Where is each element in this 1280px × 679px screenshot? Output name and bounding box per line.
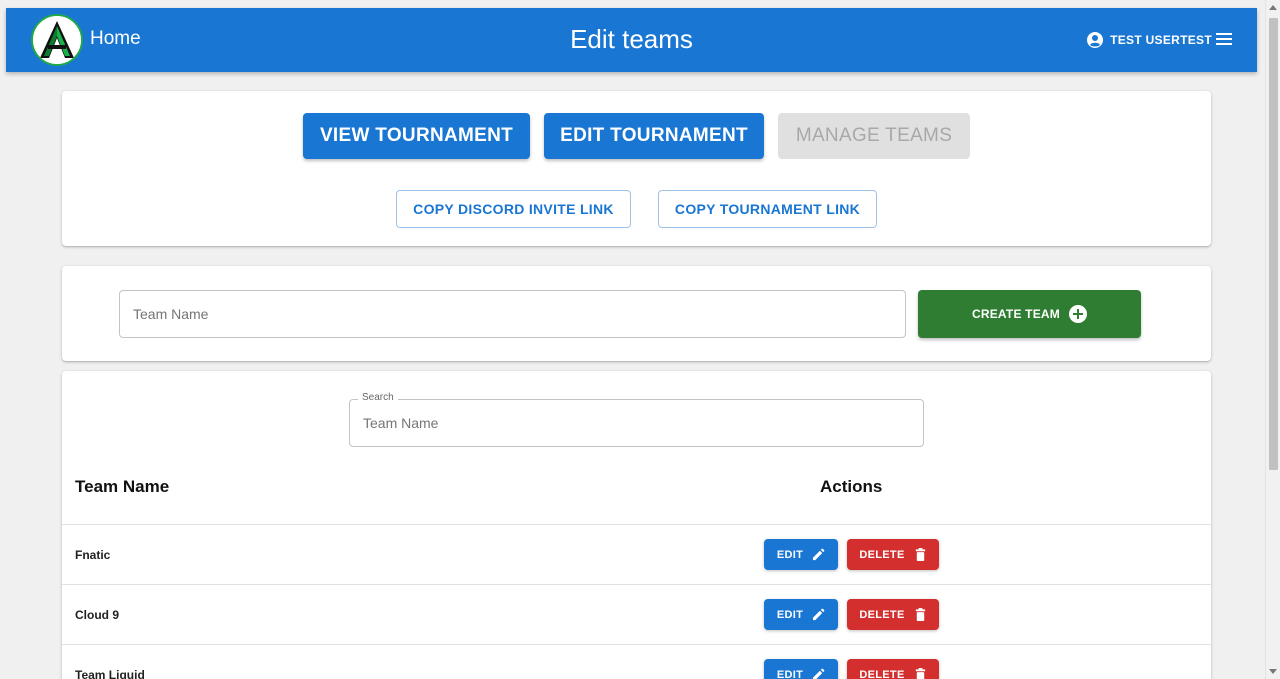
table-row: Fnatic EDIT DELETE [62, 525, 1211, 585]
manage-teams-button: MANAGE TEAMS [778, 113, 970, 159]
edit-team-button[interactable]: EDIT [764, 539, 838, 570]
column-header-team-name: Team Name [75, 477, 170, 496]
account-circle-icon [1087, 32, 1104, 48]
team-name-field [119, 290, 906, 338]
user-name: TEST USERTEST [1110, 33, 1212, 47]
view-tournament-button[interactable]: VIEW TOURNAMENT [303, 113, 530, 159]
trash-icon [915, 668, 925, 679]
table-row: Cloud 9 EDIT DELETE [62, 585, 1211, 645]
create-team-card: CREATE TEAM [62, 266, 1211, 361]
search-legend: Search [358, 392, 398, 403]
edit-label: EDIT [776, 548, 804, 561]
pencil-icon [813, 668, 825, 679]
edit-team-button[interactable]: EDIT [764, 659, 838, 679]
app-bar: Home Edit teams TEST USERTEST [6, 8, 1257, 72]
tournament-actions-card: VIEW TOURNAMENT EDIT TOURNAMENT MANAGE T… [62, 91, 1211, 246]
pencil-icon [813, 608, 825, 621]
create-team-label: CREATE TEAM [972, 307, 1060, 321]
delete-team-button[interactable]: DELETE [847, 659, 939, 679]
edit-label: EDIT [776, 668, 804, 679]
delete-label: DELETE [859, 548, 905, 561]
user-menu[interactable]: TEST USERTEST [1087, 32, 1212, 48]
delete-label: DELETE [859, 608, 905, 621]
search-field: Search [349, 392, 924, 447]
scroll-down-arrow-icon[interactable] [1269, 669, 1277, 674]
hamburger-menu-icon[interactable] [1216, 32, 1232, 46]
pencil-icon [813, 548, 825, 561]
edit-team-button[interactable]: EDIT [764, 599, 838, 630]
team-name: Cloud 9 [75, 608, 119, 622]
scrollbar-thumb[interactable] [1269, 18, 1278, 470]
edit-label: EDIT [776, 608, 804, 621]
page-scrollbar[interactable] [1265, 0, 1280, 679]
create-team-button[interactable]: CREATE TEAM [918, 290, 1141, 338]
team-name: Team Liquid [75, 668, 145, 679]
edit-tournament-button[interactable]: EDIT TOURNAMENT [544, 113, 764, 159]
table-row: Team Liquid EDIT DELETE [62, 645, 1211, 679]
trash-icon [915, 608, 925, 621]
scroll-up-arrow-icon[interactable] [1269, 5, 1277, 10]
delete-team-button[interactable]: DELETE [847, 539, 939, 570]
copy-tournament-link-button[interactable]: COPY TOURNAMENT LINK [658, 190, 877, 228]
add-circle-icon [1068, 305, 1087, 323]
trash-icon [915, 548, 925, 561]
delete-team-button[interactable]: DELETE [847, 599, 939, 630]
delete-label: DELETE [859, 668, 905, 679]
team-list-card: Search Team Name Actions Fnatic EDIT DEL… [62, 371, 1211, 679]
team-name: Fnatic [75, 548, 111, 562]
search-input[interactable] [350, 400, 923, 446]
table-header: Team Name Actions [62, 477, 1211, 525]
copy-discord-invite-button[interactable]: COPY DISCORD INVITE LINK [396, 190, 631, 228]
page-title: Edit teams [570, 24, 693, 54]
team-name-input[interactable] [120, 291, 905, 337]
column-header-actions: Actions [820, 477, 883, 496]
